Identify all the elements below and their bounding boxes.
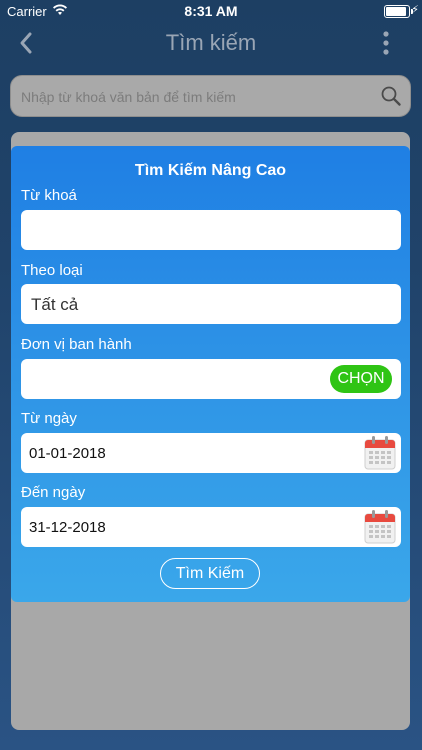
more-vertical-icon[interactable] xyxy=(382,30,390,56)
to-date-field[interactable]: 31-12-2018 xyxy=(21,507,401,547)
issuer-label: Đơn vị ban hành xyxy=(21,336,132,353)
keyword-label: Từ khoá xyxy=(21,187,77,204)
search-icon[interactable] xyxy=(380,85,402,107)
search-bar xyxy=(10,75,411,118)
type-label: Theo loại xyxy=(21,262,83,279)
screen: Carrier 8:31 AM ⚡ Tìm kiếm Nhập từ khoá … xyxy=(0,0,422,750)
calendar-icon[interactable] xyxy=(363,435,397,471)
advanced-search-modal: Tìm Kiếm Nâng Cao Từ khoá Theo loại Tất … xyxy=(11,146,410,602)
status-time: 8:31 AM xyxy=(184,3,238,19)
keyword-input[interactable] xyxy=(21,210,401,250)
type-select-value: Tất cả xyxy=(31,295,79,314)
calendar-icon[interactable] xyxy=(363,509,397,545)
modal-title: Tìm Kiếm Nâng Cao xyxy=(134,162,287,179)
keyword-field-box xyxy=(21,210,401,250)
to-date-label: Đến ngày xyxy=(21,484,86,501)
issuer-field[interactable]: CHỌN xyxy=(21,359,401,399)
search-input[interactable] xyxy=(19,76,383,118)
status-bar: Carrier 8:31 AM ⚡ xyxy=(0,0,422,22)
battery-icon xyxy=(384,5,413,18)
bolt-icon: ⚡ xyxy=(411,4,419,16)
submit-search-button[interactable]: Tìm Kiếm xyxy=(160,558,260,589)
nav-bar: Tìm kiếm xyxy=(0,22,422,64)
choose-issuer-button[interactable]: CHỌN xyxy=(330,365,392,393)
type-select[interactable]: Tất cả xyxy=(21,284,401,324)
from-date-value: 01-01-2018 xyxy=(29,445,106,462)
to-date-value: 31-12-2018 xyxy=(29,519,106,536)
from-date-label: Từ ngày xyxy=(21,410,77,427)
from-date-field[interactable]: 01-01-2018 xyxy=(21,433,401,473)
page-title: Tìm kiếm xyxy=(165,30,257,55)
